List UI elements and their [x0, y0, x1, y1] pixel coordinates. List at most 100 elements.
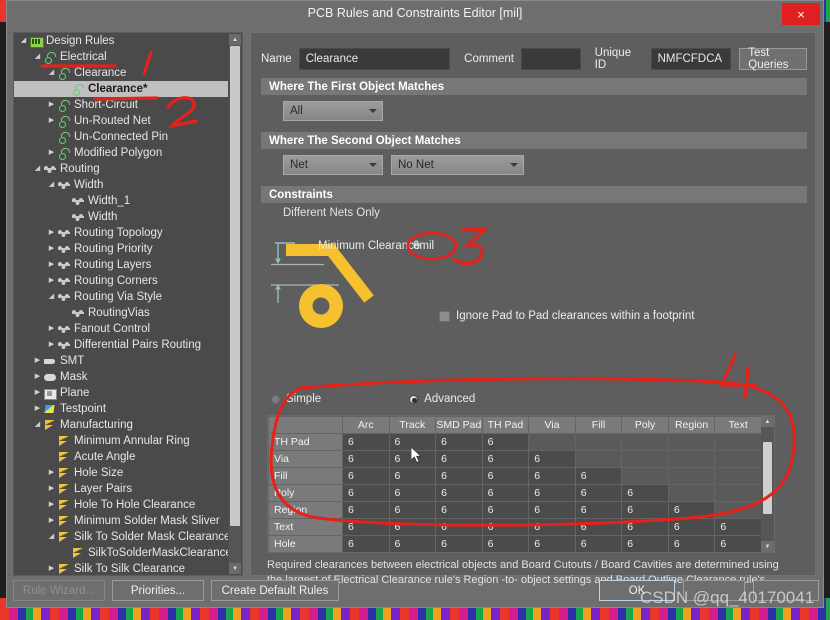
matrix-cell[interactable]: 6: [435, 518, 483, 536]
tree-item-design-rules[interactable]: ◢ Design Rules: [14, 33, 228, 49]
twisty-collapsed-icon[interactable]: ▶: [46, 113, 57, 129]
tree-item-routing-layers[interactable]: ▶ Routing Layers: [14, 257, 228, 273]
tree-item-smt[interactable]: ▶ SMT: [14, 353, 228, 369]
tree-item-layer-pairs[interactable]: ▶ Layer Pairs: [14, 481, 228, 497]
matrix-cell[interactable]: 6: [574, 484, 623, 502]
tree-item-mask[interactable]: ▶ Mask: [14, 369, 228, 385]
tree-item-minimum-annular-ring[interactable]: Minimum Annular Ring: [14, 433, 228, 449]
twisty-collapsed-icon[interactable]: ▶: [32, 353, 43, 369]
matrix-row-header[interactable]: Fill: [268, 467, 343, 485]
tree-item-manufacturing[interactable]: ◢ Manufacturing: [14, 417, 228, 433]
comment-input[interactable]: [521, 48, 581, 70]
matrix-cell[interactable]: 6: [481, 484, 530, 502]
tree-item-plane[interactable]: ▶ Plane: [14, 385, 228, 401]
twisty-expanded-icon[interactable]: ◢: [46, 289, 57, 305]
matrix-cell[interactable]: 6: [481, 467, 530, 485]
matrix-cell[interactable]: 6: [388, 484, 437, 502]
ignore-pad-to-pad-checkbox-row[interactable]: Ignore Pad to Pad clearances within a fo…: [439, 310, 694, 322]
matrix-cell[interactable]: 6: [342, 433, 390, 451]
matrix-cell[interactable]: 6: [388, 535, 437, 552]
tree-item-acute-angle[interactable]: Acute Angle: [14, 449, 228, 465]
tree-item-width-1[interactable]: Width_1: [14, 193, 228, 209]
twisty-collapsed-icon[interactable]: ▶: [46, 465, 57, 481]
matrix-cell[interactable]: 6: [528, 450, 576, 468]
twisty-collapsed-icon[interactable]: ▶: [32, 385, 43, 401]
twisty-collapsed-icon[interactable]: ▶: [46, 497, 57, 513]
twisty-collapsed-icon[interactable]: ▶: [46, 257, 57, 273]
name-input[interactable]: Clearance: [298, 48, 451, 70]
matrix-cell[interactable]: 6: [481, 501, 530, 519]
matrix-cell[interactable]: 6: [528, 484, 576, 502]
tree-item-un-routed-net[interactable]: ▶ Un-Routed Net: [14, 113, 228, 129]
tree-item-routing-via-style[interactable]: ◢ Routing Via Style: [14, 289, 228, 305]
tree-item-short-circuit[interactable]: ▶ Short-Circuit: [14, 97, 228, 113]
twisty-collapsed-icon[interactable]: ▶: [46, 337, 57, 353]
matrix-col-header[interactable]: Track: [388, 416, 437, 434]
matrix-cell[interactable]: 6: [388, 501, 437, 519]
twisty-collapsed-icon[interactable]: ▶: [46, 561, 57, 575]
first-object-scope-select[interactable]: All: [283, 101, 383, 121]
matrix-cell[interactable]: 6: [574, 535, 623, 552]
matrix-cell[interactable]: 6: [574, 467, 623, 485]
matrix-cell[interactable]: 6: [667, 501, 716, 519]
design-rules-tree[interactable]: ◢ Design Rules ◢ Electrical ◢ Clearance Cleara…: [13, 32, 243, 576]
matrix-row-header[interactable]: Hole: [268, 535, 343, 552]
matrix-cell[interactable]: 6: [342, 484, 390, 502]
tree-item-width[interactable]: Width: [14, 209, 228, 225]
tree-scrollbar[interactable]: ▲ ▼: [229, 34, 241, 574]
scroll-down-icon[interactable]: ▼: [761, 541, 774, 552]
mode-advanced-radio[interactable]: Advanced: [409, 393, 475, 405]
matrix-cell[interactable]: 6: [342, 535, 390, 552]
matrix-cell[interactable]: 6: [714, 535, 762, 552]
matrix-cell[interactable]: 6: [435, 501, 483, 519]
matrix-cell[interactable]: 6: [481, 450, 530, 468]
mode-simple-radio[interactable]: Simple: [271, 393, 321, 405]
tree-item-un-connected-pin[interactable]: Un-Connected Pin: [14, 129, 228, 145]
matrix-cell[interactable]: 6: [388, 433, 437, 451]
matrix-col-header[interactable]: Via: [528, 416, 576, 434]
twisty-collapsed-icon[interactable]: ▶: [46, 513, 57, 529]
matrix-col-header[interactable]: SMD Pad: [435, 416, 483, 434]
matrix-cell[interactable]: 6: [481, 535, 530, 552]
twisty-expanded-icon[interactable]: ◢: [32, 49, 43, 65]
twisty-collapsed-icon[interactable]: ▶: [46, 321, 57, 337]
twisty-expanded-icon[interactable]: ◢: [46, 177, 57, 193]
tree-item-hole-to-hole-clearance[interactable]: ▶ Hole To Hole Clearance: [14, 497, 228, 513]
tree-item-silk-to-silk-clearance[interactable]: ▶ Silk To Silk Clearance: [14, 561, 228, 575]
matrix-cell[interactable]: 6: [342, 501, 390, 519]
matrix-cell[interactable]: 6: [388, 518, 437, 536]
twisty-collapsed-icon[interactable]: ▶: [46, 145, 57, 161]
scroll-up-icon[interactable]: ▲: [229, 34, 241, 45]
matrix-scroll-thumb[interactable]: [763, 442, 772, 514]
twisty-collapsed-icon[interactable]: ▶: [46, 481, 57, 497]
scroll-down-icon[interactable]: ▼: [229, 563, 241, 574]
matrix-cell[interactable]: 6: [621, 501, 669, 519]
create-default-rules-button[interactable]: Create Default Rules: [211, 580, 339, 601]
matrix-cell[interactable]: 6: [621, 518, 669, 536]
matrix-col-header[interactable]: Poly: [621, 416, 669, 434]
tree-item-minimum-solder-mask-sliver[interactable]: ▶ Minimum Solder Mask Sliver: [14, 513, 228, 529]
tree-item-fanout-control[interactable]: ▶ Fanout Control: [14, 321, 228, 337]
scroll-up-icon[interactable]: ▲: [761, 416, 774, 427]
twisty-collapsed-icon[interactable]: ▶: [32, 369, 43, 385]
tree-item-routing-corners[interactable]: ▶ Routing Corners: [14, 273, 228, 289]
matrix-cell[interactable]: 6: [574, 518, 623, 536]
tree-item-electrical[interactable]: ◢ Electrical: [14, 49, 228, 65]
tree-item-silk-to-solder-mask-clearance[interactable]: ◢ Silk To Solder Mask Clearance: [14, 529, 228, 545]
matrix-row-header[interactable]: Text: [268, 518, 343, 536]
tree-item-differential-pairs-routing[interactable]: ▶ Differential Pairs Routing: [14, 337, 228, 353]
matrix-col-header[interactable]: Text: [714, 416, 762, 434]
tree-item-routing[interactable]: ◢ Routing: [14, 161, 228, 177]
matrix-cell[interactable]: 6: [342, 518, 390, 536]
matrix-cell[interactable]: 6: [435, 467, 483, 485]
second-object-scope-select[interactable]: Net: [283, 155, 383, 175]
tree-item-routing-priority[interactable]: ▶ Routing Priority: [14, 241, 228, 257]
tree-item-hole-size[interactable]: ▶ Hole Size: [14, 465, 228, 481]
twisty-expanded-icon[interactable]: ◢: [46, 529, 57, 545]
matrix-cell[interactable]: 6: [342, 467, 390, 485]
tree-item-silktosoldermaskclearance[interactable]: SilkToSolderMaskClearance: [14, 545, 228, 561]
tree-item-modified-polygon[interactable]: ▶ Modified Polygon: [14, 145, 228, 161]
matrix-row-header[interactable]: Region: [268, 501, 343, 519]
matrix-row-header[interactable]: Via: [268, 450, 343, 468]
twisty-expanded-icon[interactable]: ◢: [18, 33, 29, 49]
